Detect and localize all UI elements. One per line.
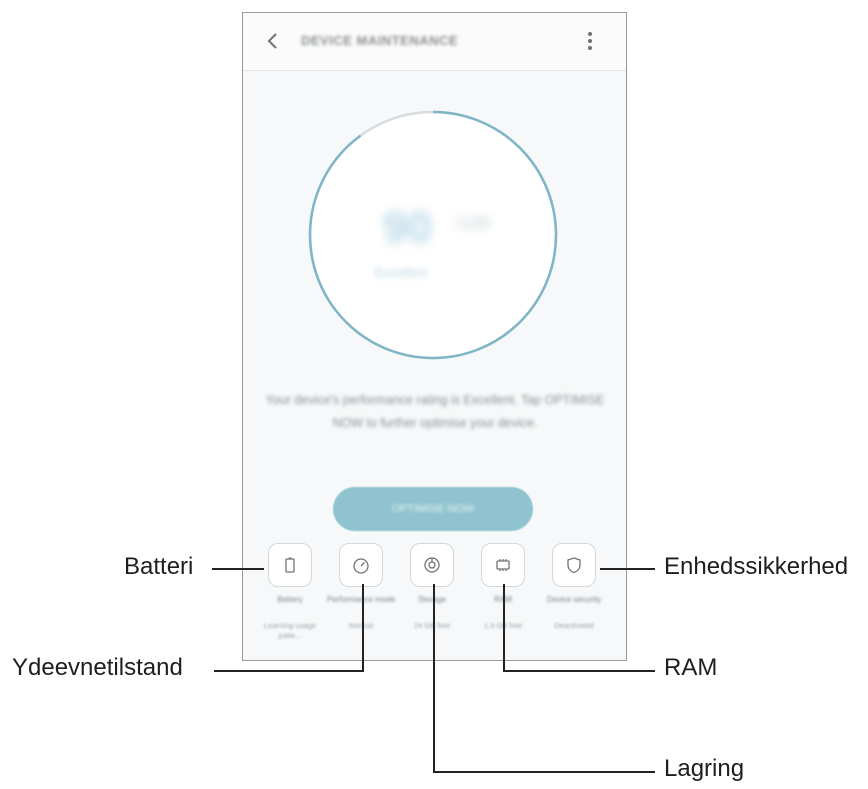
ram-chip-icon xyxy=(496,559,510,571)
feature-status: Learning usage patte... xyxy=(264,621,316,640)
speedometer-icon xyxy=(353,558,369,574)
callout-performance-mode: Ydeevnetilstand xyxy=(12,654,183,681)
feature-battery[interactable]: Battery Learning usage patte... xyxy=(255,543,325,653)
leader-line-performance-horizontal xyxy=(214,670,364,672)
feature-status: 24 GB free xyxy=(413,621,451,630)
leader-line-security xyxy=(600,568,655,570)
score-ring xyxy=(308,110,558,360)
leader-line-ram-horizontal xyxy=(503,670,655,672)
feature-performance-mode[interactable]: Performance mode Normal xyxy=(326,543,396,653)
feature-status: Normal xyxy=(348,621,374,630)
callout-storage: Lagring xyxy=(664,755,745,782)
back-arrow-icon[interactable] xyxy=(263,31,283,51)
feature-label: Device security xyxy=(546,595,602,604)
leader-line-performance-vertical xyxy=(362,584,364,672)
page-title: DEVICE MAINTENANCE xyxy=(301,33,459,48)
phone-screen: DEVICE MAINTENANCE 90 /100 Excellent You… xyxy=(242,12,627,661)
callout-battery: Batteri xyxy=(124,553,194,580)
optimise-now-label: OPTIMISE NOW xyxy=(391,503,475,515)
battery-icon xyxy=(285,557,295,573)
feature-label: Storage xyxy=(417,595,447,604)
feature-label: Battery xyxy=(277,595,303,604)
optimise-now-button[interactable]: OPTIMISE NOW xyxy=(333,487,533,531)
more-options-icon[interactable] xyxy=(580,29,600,53)
app-bar: DEVICE MAINTENANCE xyxy=(243,13,626,71)
shield-icon xyxy=(567,557,581,574)
storage-icon xyxy=(424,557,440,573)
score-label: Excellent xyxy=(375,265,428,280)
feature-status: Deactivated xyxy=(554,621,594,630)
callout-device-security: Enhedssikkerhed xyxy=(664,553,849,580)
score-value: 90 xyxy=(383,203,432,252)
leader-line-ram-vertical xyxy=(503,584,505,672)
score-unit: /100 xyxy=(455,213,491,233)
feature-storage[interactable]: Storage 24 GB free xyxy=(397,543,467,653)
leader-line-storage-vertical xyxy=(433,584,435,773)
leader-line-storage-horizontal xyxy=(433,771,655,773)
callout-ram: RAM xyxy=(664,654,718,681)
feature-label: Performance mode xyxy=(326,595,396,604)
leader-line-battery xyxy=(212,568,264,570)
feature-device-security[interactable]: Device security Deactivated xyxy=(539,543,609,653)
performance-description: Your device's performance rating is Exce… xyxy=(265,393,605,430)
